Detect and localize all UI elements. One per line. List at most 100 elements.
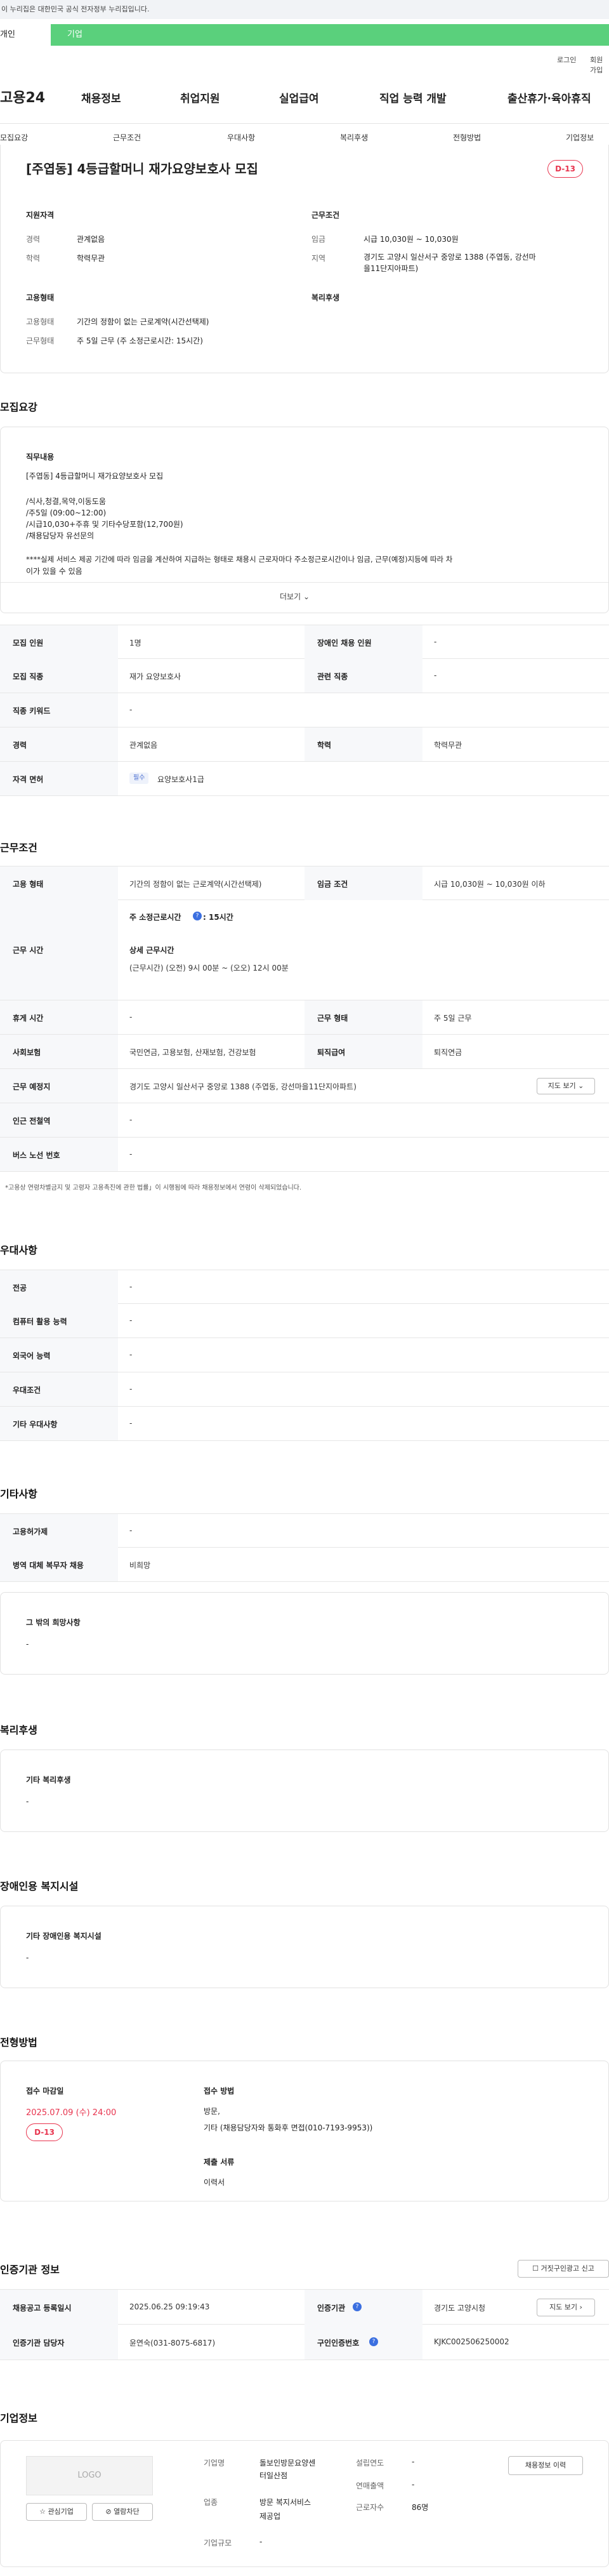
welfare-value: - <box>26 1797 29 1806</box>
table-header: 채용공고 등록일시 <box>13 2304 72 2313</box>
table-cell: 경기도 고양시 일산서구 중앙로 1388 (주엽동, 강선마을11단지아파트) <box>129 1082 357 1091</box>
favorite-button-label: 관심기업 <box>48 2507 74 2516</box>
gov-banner: 이 누리집은 대한민국 공식 전자정부 누리집입니다. <box>0 0 609 19</box>
welfare-heading: 복리후생 <box>0 1724 37 1736</box>
hope-title: 그 밖의 희망사항 <box>26 1618 81 1627</box>
qual-key: 경력 <box>26 235 41 244</box>
company-industry-cont: 제공업 <box>259 2512 281 2521</box>
table-cell: - <box>129 705 133 714</box>
agency-map-button[interactable]: 지도 보기 › <box>537 2299 595 2316</box>
screening-card: 접수 마감일 2025.07.09 (수) 24:00 D-13 접수 방법 방… <box>0 2061 609 2201</box>
info-icon[interactable]: ? <box>369 2337 378 2346</box>
job-desc-line: ****실제 서비스 제공 기간에 따라 임금을 계산하여 지급하는 형태로 채… <box>26 555 453 564</box>
table-cell: 학력무관 <box>434 741 462 750</box>
tab-company[interactable]: 기업 <box>51 24 609 46</box>
table-header: 휴게 시간 <box>13 1014 44 1023</box>
more-divider <box>1 582 608 583</box>
table-header: 버스 노선 번호 <box>13 1151 60 1160</box>
tab-personal[interactable]: 개인 <box>0 24 51 46</box>
table-header: 관련 직종 <box>317 672 348 681</box>
disabled-value: - <box>26 1953 29 1962</box>
table-cell: 재가 요양보호사 <box>129 672 181 681</box>
star-icon: ☆ <box>39 2507 46 2516</box>
table-cell: 요양보호사1급 <box>157 775 204 784</box>
company-key: 기업규모 <box>204 2539 232 2547</box>
chevron-down-icon: ⌄ <box>578 1082 584 1090</box>
report-button[interactable]: ☐ 거짓구인광고 신고 <box>518 2260 609 2278</box>
login-link[interactable]: 로그인 <box>557 55 576 65</box>
favorite-button[interactable]: ☆ 관심기업 <box>26 2503 87 2521</box>
table-header: 임금 조건 <box>317 880 348 889</box>
info-icon[interactable]: ? <box>193 912 202 920</box>
table-cell: 시급 10,030원 ~ 10,030원 이하 <box>434 880 546 889</box>
more-button[interactable]: 더보기 ⌄ <box>280 591 310 602</box>
report-icon: ☐ <box>532 2264 539 2273</box>
emp-key: 근무형태 <box>26 336 55 345</box>
gnb-item-training[interactable]: 직업 능력 개발 <box>379 90 447 105</box>
company-staff: 86명 <box>412 2503 429 2512</box>
table-cell: 국민연금, 고용보험, 산재보험, 건강보험 <box>129 1048 256 1057</box>
block-icon: ⊘ <box>105 2507 112 2516</box>
anchor-work[interactable]: 근무조건 <box>113 132 141 143</box>
table-row: 직종 키워드 - <box>0 693 609 727</box>
emp-title: 고용형태 <box>26 293 55 302</box>
table-row: 휴게 시간 - 근무 형태 주 5일 근무 <box>0 1000 609 1035</box>
table-cell: - <box>129 1526 133 1535</box>
info-icon[interactable]: ? <box>353 2302 362 2311</box>
cond-value: 시급 10,030원 ~ 10,030원 <box>363 235 459 244</box>
gnb-item-parental-leave[interactable]: 출산휴가·육아휴직 <box>508 90 591 105</box>
signup-link[interactable]: 회원가입 <box>590 55 609 75</box>
qual-title: 지원자격 <box>26 211 55 220</box>
table-cell: 2025.06.25 09:19:43 <box>129 2302 210 2311</box>
deadline-value: 2025.07.09 (수) 24:00 <box>26 2108 117 2118</box>
table-cell: - <box>129 1384 133 1393</box>
table-header: 인증기관 <box>317 2304 346 2313</box>
job-desc-card: 직무내용 [주엽동] 4등급할머니 재가요양보호사 모집 /식사,청결,목약,이… <box>0 427 609 613</box>
table-row: 모집 직종 재가 요양보호사 관련 직종 - <box>0 659 609 693</box>
emp-value: 기간의 정함이 없는 근로계약(시간선택제) <box>77 317 209 326</box>
table-header: 고용허가제 <box>13 1527 48 1536</box>
company-scale: - <box>259 2537 263 2546</box>
anchor-prefer[interactable]: 우대사항 <box>227 132 255 143</box>
map-button[interactable]: 지도 보기 ⌄ <box>537 1078 595 1094</box>
screening-heading: 전형방법 <box>0 2036 37 2048</box>
table-row: 고용허가제 - <box>0 1513 609 1548</box>
table-cell: - <box>434 637 437 646</box>
docs-title: 제출 서류 <box>204 2158 235 2167</box>
company-est: - <box>412 2457 415 2466</box>
anchor-welfare[interactable]: 복리후생 <box>340 132 368 143</box>
table-cell: 경기도 고양시청 <box>434 2304 486 2313</box>
anchor-screening[interactable]: 전형방법 <box>453 132 481 143</box>
company-key: 설립연도 <box>356 2459 384 2467</box>
table-cell: - <box>129 1012 133 1021</box>
block-button[interactable]: ⊘ 열람차단 <box>92 2503 153 2521</box>
gnb-item-employment-support[interactable]: 취업지원 <box>180 90 220 105</box>
method-title: 접수 방법 <box>204 2087 235 2095</box>
anchor-company[interactable]: 기업정보 <box>566 132 594 143</box>
emp-key: 고용형태 <box>26 317 55 326</box>
emp-value: 주 5일 근무 (주 소정근로시간: 15시간) <box>77 336 203 345</box>
table-header: 경력 <box>13 741 27 750</box>
qual-key: 학력 <box>26 254 41 263</box>
required-tag: 필수 <box>129 773 149 784</box>
gnb-item-jobs[interactable]: 채용정보 <box>81 90 121 105</box>
table-header: 고용 형태 <box>13 880 44 889</box>
table-header: 모집 직종 <box>13 672 44 681</box>
table-row: 사회보험 국민연금, 고용보험, 산재보험, 건강보험 퇴직급여 퇴직연금 <box>0 1035 609 1069</box>
table-row: 버스 노선 번호 - <box>0 1138 609 1172</box>
recruit-history-button[interactable]: 채용정보 이력 <box>508 2456 583 2475</box>
weekly-hours-label: 주 소정근로시간 <box>129 913 181 922</box>
cond-value-cont: 을11단지아파트) <box>363 264 419 273</box>
table-header: 퇴직급여 <box>317 1048 346 1057</box>
table-row: 외국어 능력 - <box>0 1338 609 1372</box>
table-header: 직종 키워드 <box>13 707 51 715</box>
chevron-down-icon: ⌄ <box>303 592 310 601</box>
detail-hours-label: 상세 근무시간 <box>129 946 174 955</box>
company-key: 기업명 <box>204 2459 225 2467</box>
anchor-recruit[interactable]: 모집요강 <box>0 132 28 143</box>
company-sales: - <box>412 2480 415 2489</box>
gnb-item-unemployment[interactable]: 실업급여 <box>279 90 319 105</box>
disabled-heading: 장애인용 복지시설 <box>0 1880 79 1892</box>
prefer-heading: 우대사항 <box>0 1244 37 1256</box>
site-logo[interactable]: 고용24 <box>0 86 45 107</box>
